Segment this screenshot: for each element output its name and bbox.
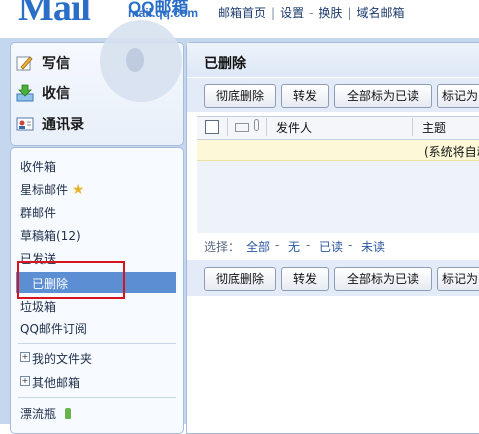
folder-starred[interactable]: 星标邮件 ★ [20,181,84,198]
contacts-label: 通讯录 [42,117,84,133]
expand-other-mailboxes-icon[interactable]: + [20,376,30,386]
select-separator: - [348,238,353,252]
folder-starred-label: 星标邮件 [20,183,69,197]
forward-button[interactable]: 转发 [281,84,329,108]
logo-mail[interactable]: Mail [18,0,91,30]
receive-mail-button[interactable]: 收信 [16,81,70,105]
envelope-icon [235,123,249,132]
delete-permanently-button[interactable]: 彻底删除 [204,84,276,108]
nav-separator: | [347,6,352,20]
logo-domain: mail.qq.com [128,6,199,20]
nav-separator: | [271,6,276,20]
select-all-link[interactable]: 全部 [246,238,270,255]
column-header-subject[interactable]: 主题 [422,119,446,136]
bottle-icon [64,408,71,419]
select-unread-link[interactable]: 未读 [361,238,385,255]
column-divider [412,118,413,136]
folder-qq-subscriptions[interactable]: QQ邮件订阅 [20,320,87,337]
pencil-icon [16,56,33,71]
delete-permanently-button-bottom[interactable]: 彻底删除 [204,267,276,291]
select-separator: - [306,238,311,252]
column-divider [266,118,267,136]
message-list-empty [197,161,479,233]
folder-junk[interactable]: 垃圾箱 [20,298,56,315]
inbox-download-icon [16,84,34,102]
folder-drift-bottle[interactable]: 漂流瓶 [20,405,71,422]
folder-my-folders[interactable]: 我的文件夹 [32,350,92,367]
mark-all-read-button[interactable]: 全部标为已读 [334,84,432,108]
penguin-watermark-detail [126,48,144,72]
nav-change-skin[interactable]: 换肤 [318,6,342,20]
mark-as-button[interactable]: 标记为 [437,84,479,108]
page-title: 已删除 [204,56,246,72]
forward-button-bottom[interactable]: 转发 [281,267,329,291]
expand-my-folders-icon[interactable]: + [20,352,30,362]
mark-as-button-bottom[interactable]: 标记为 [437,267,479,291]
top-navigation: 邮箱首页 | 设置 - 换肤 | 域名邮箱 [218,4,405,21]
write-mail-button[interactable]: 写信 [16,51,70,75]
column-divider [227,118,228,136]
highlight-annotation-box [17,261,125,299]
folder-drift-bottle-label: 漂流瓶 [20,407,57,421]
contacts-button[interactable]: 通讯录 [16,112,84,136]
nav-separator: - [309,6,314,20]
column-header-from[interactable]: 发件人 [276,119,312,136]
folder-inbox[interactable]: 收件箱 [20,158,56,175]
paperclip-icon [254,119,259,131]
folder-divider [18,343,176,344]
folder-other-mailboxes[interactable]: 其他邮箱 [32,374,80,391]
mark-all-read-button-bottom[interactable]: 全部标为已读 [334,267,432,291]
select-label: 选择： [204,240,241,254]
select-read-link[interactable]: 已读 [319,238,343,255]
folder-group-mail[interactable]: 群邮件 [20,204,56,221]
nav-settings[interactable]: 设置 [280,6,304,20]
nav-mailbox-home[interactable]: 邮箱首页 [218,6,266,20]
write-mail-label: 写信 [42,56,70,72]
folder-drafts[interactable]: 草稿箱(12) [20,227,81,244]
select-all-checkbox[interactable] [205,120,219,134]
select-none-link[interactable]: 无 [288,238,300,255]
select-separator: - [275,238,280,252]
nav-domain-mailbox[interactable]: 域名邮箱 [356,6,404,20]
star-icon: ★ [71,182,85,198]
receive-mail-label: 收信 [42,86,70,102]
folder-divider [18,397,176,398]
contact-card-icon [16,117,34,131]
auto-clean-notice: (系统将自动 [424,145,479,159]
header-bar: Mail QQ邮箱 mail.qq.com 邮箱首页 | 设置 - 换肤 | 域名邮箱 [0,0,479,36]
